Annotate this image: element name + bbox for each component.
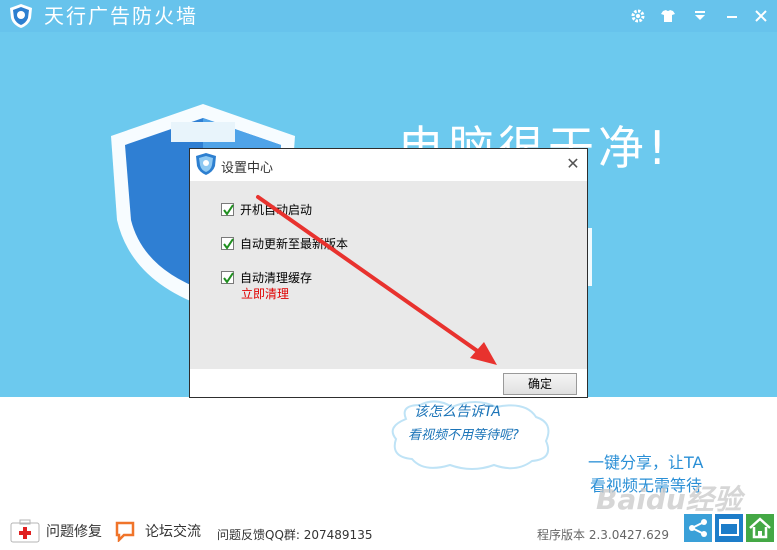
first-aid-kit-icon [10, 519, 40, 543]
dialog-title-bar[interactable]: 设置中心 ✕ [190, 149, 587, 181]
share-button[interactable] [684, 514, 712, 542]
forum-label: 论坛交流 [145, 524, 201, 540]
checkbox-auto-update[interactable] [221, 236, 234, 250]
clean-now-link[interactable]: 立即清理 [241, 285, 289, 302]
checkmark-icon [223, 271, 234, 284]
shirt-icon[interactable] [657, 5, 679, 27]
share-icon [689, 519, 707, 537]
cloud-text-line2: 看视频不用等待呢? [408, 428, 519, 443]
dialog-title: 设置中心 [221, 161, 274, 176]
option-label: 自动清理缓存 [240, 270, 313, 285]
feedback-qq-group: 问题反馈QQ群: 207489135 [217, 528, 373, 542]
close-icon[interactable] [750, 5, 772, 27]
minimize-icon[interactable] [721, 5, 743, 27]
chat-bubble-icon [115, 521, 135, 542]
ok-button[interactable]: 确定 [503, 373, 577, 395]
title-bar[interactable]: 天行广告防火墙 [0, 0, 777, 32]
forum-button[interactable]: 论坛交流 [114, 518, 201, 544]
shield-logo-icon [196, 153, 216, 175]
checkbox-auto-clean-cache[interactable] [221, 270, 234, 284]
window-icon [719, 519, 739, 536]
app-title: 天行广告防火墙 [44, 4, 198, 28]
screen-button[interactable] [715, 514, 743, 542]
checkbox-auto-start[interactable] [221, 202, 234, 216]
baidu-watermark: Baidu经验 [596, 483, 742, 516]
gear-icon[interactable] [627, 5, 649, 27]
settings-dialog: 设置中心 ✕ 开机自动启动 自动更新至最新版本 自动清理缓存 立即清理 确定 [189, 148, 588, 398]
home-button[interactable] [746, 514, 774, 542]
checkmark-icon [223, 237, 234, 250]
dropdown-icon[interactable] [689, 5, 711, 27]
app-window: 天行广告防火墙 该怎么告诉TA 看视频不用等待呢? 一键分享，让TA 看视频无需… [0, 0, 777, 550]
option-auto-start[interactable]: 开机自动启动 [221, 200, 312, 218]
repair-button[interactable]: 问题修复 [10, 518, 102, 544]
option-label: 开机自动启动 [240, 202, 313, 217]
cloud-text-line1: 该怎么告诉TA [414, 404, 501, 420]
option-auto-clean-cache[interactable]: 自动清理缓存 [221, 268, 312, 286]
option-auto-update[interactable]: 自动更新至最新版本 [221, 234, 348, 252]
dialog-close-icon[interactable]: ✕ [563, 153, 583, 175]
home-icon [749, 517, 771, 539]
option-label: 自动更新至最新版本 [240, 236, 349, 251]
program-version: 程序版本 2.3.0427.629 [537, 528, 669, 542]
shield-logo-icon [10, 4, 32, 28]
repair-label: 问题修复 [46, 524, 102, 540]
share-text-line1[interactable]: 一键分享，让TA [588, 449, 703, 473]
checkmark-icon [223, 203, 234, 216]
